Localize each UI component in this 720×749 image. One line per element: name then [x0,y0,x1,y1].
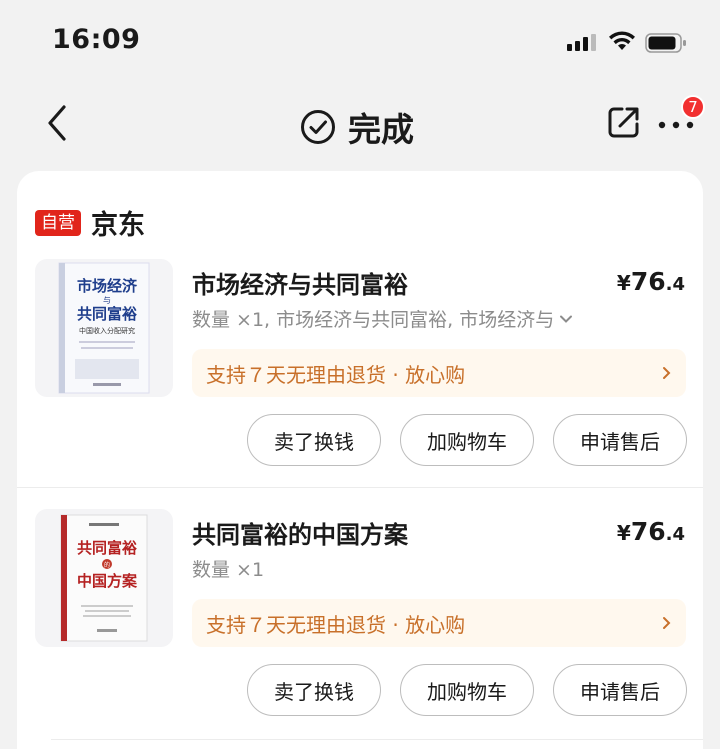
item-divider [51,739,703,740]
after-sales-button[interactable]: 申请售后 [553,664,687,716]
sell-button[interactable]: 卖了换钱 [247,664,381,716]
cover-title-line2: 中国方案 [77,572,138,590]
book-cover-1: 市场经济 与 共同富裕 中国收入分配研究 [58,262,150,394]
product-title[interactable]: 共同富裕的中国方案 [192,515,408,550]
order-card: 自营 京东 市场经济 与 共同富裕 中国收入分配研究 市场经济与共同富裕 ¥76… [17,171,703,749]
self-operated-tag: 自营 [35,209,81,236]
wifi-icon [609,31,635,50]
product-meta: 数量 ×1 [192,555,264,582]
more-dots-icon[interactable] [657,119,697,131]
chevron-right-icon [663,367,671,379]
signal-icon [567,34,596,51]
cover-subtitle: 中国收入分配研究 [79,326,135,335]
return-policy-banner[interactable]: 支持７天无理由退货 · 放心购 [192,599,686,647]
product-title[interactable]: 市场经济与共同富裕 [192,265,408,300]
product-meta[interactable]: 数量 ×1, 市场经济与共同富裕, 市场经济与 [192,305,574,332]
sell-button[interactable]: 卖了换钱 [247,414,381,466]
cover-title-line1: 共同富裕 [77,539,137,557]
page-title-text: 完成 [348,110,414,149]
return-policy-text: 支持７天无理由退货 · 放心购 [206,612,466,637]
add-to-cart-button[interactable]: 加购物车 [400,664,534,716]
product-thumbnail[interactable]: 市场经济 与 共同富裕 中国收入分配研究 [35,259,173,397]
after-sales-button[interactable]: 申请售后 [553,414,687,466]
battery-icon [645,33,686,53]
check-circle-icon [301,110,335,144]
book-cover-2: 共同富裕 的 中国方案 [60,514,148,642]
item-divider [17,487,703,488]
action-buttons: 卖了换钱 加购物车 申请售后 [247,664,687,716]
chevron-right-icon [663,617,671,629]
chevron-left-icon[interactable] [42,102,72,144]
return-policy-text: 支持７天无理由退货 · 放心购 [206,362,466,387]
chevron-down-icon [560,315,573,323]
nav-bar: 完成 7 [0,84,720,164]
product-thumbnail[interactable]: 共同富裕 的 中国方案 [35,509,173,647]
product-price: ¥76.4 [616,267,685,296]
cover-title-mid: 与 [103,296,111,305]
action-buttons: 卖了换钱 加购物车 申请售后 [247,414,687,466]
return-policy-banner[interactable]: 支持７天无理由退货 · 放心购 [192,349,686,397]
share-icon[interactable] [606,104,642,140]
product-meta-text: 数量 ×1 [192,559,265,581]
product-price: ¥76.4 [616,517,685,546]
cover-title-line1: 市场经济 [77,277,138,295]
page-title: 完成 [300,103,414,151]
shop-name[interactable]: 京东 [91,203,145,242]
cover-title-line2: 共同富裕 [77,305,137,323]
shop-header[interactable]: 自营 京东 [35,203,145,242]
status-time: 16:09 [52,24,141,55]
cover-title-mid: 的 [104,561,110,569]
notification-badge: 7 [681,95,705,119]
status-bar: 16:09 [0,0,720,84]
product-meta-text: 数量 ×1, 市场经济与共同富裕, 市场经济与 [192,309,555,331]
add-to-cart-button[interactable]: 加购物车 [400,414,534,466]
